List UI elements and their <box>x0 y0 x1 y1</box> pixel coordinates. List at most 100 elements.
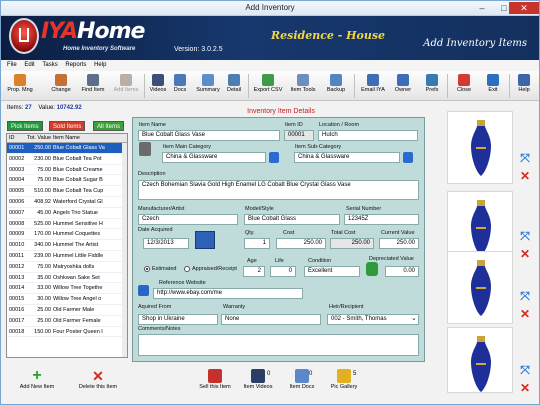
warranty-field[interactable]: None <box>221 314 321 325</box>
table-row[interactable]: 00018 150.00 Four Poster Queen I <box>7 327 127 338</box>
table-row[interactable]: 00010 340.00 Hummel The Artist <box>7 240 127 251</box>
menu-edit[interactable]: Edit <box>24 60 34 71</box>
all-items-button[interactable]: All Items <box>93 121 125 131</box>
item-name-field[interactable]: Blue Cobalt Glass Vase <box>138 130 280 141</box>
delete-item-button[interactable]: ✕ Delete this Item <box>71 369 125 390</box>
menu-help[interactable]: Help <box>94 60 106 71</box>
table-row[interactable]: 00012 75.00 Matryoshka dolls <box>7 262 127 273</box>
table-row[interactable]: 00005 510.00 Blue Cobalt Tea Cup <box>7 186 127 197</box>
table-row[interactable]: 00001 250.00 Blue Cobalt Glass Va <box>7 143 127 154</box>
estimated-radio[interactable] <box>144 266 150 272</box>
model-field[interactable]: Blue Cobalt Glass <box>244 214 340 225</box>
delete-photo-icon[interactable]: ✕ <box>518 169 532 183</box>
life-field[interactable]: 0 <box>270 266 296 277</box>
docs-button[interactable]: Docs <box>171 73 189 99</box>
condition-field[interactable]: Excellent <box>304 266 360 277</box>
row-value: 25.00 <box>37 306 51 313</box>
summary-button[interactable]: Summary <box>194 73 222 99</box>
email-iya-button[interactable]: Email IYA <box>359 73 387 99</box>
table-row[interactable]: 00004 75.00 Blue Cobalt Sugar B <box>7 175 127 187</box>
item-photo-3[interactable] <box>447 251 513 324</box>
table-row[interactable]: 00003 75.00 Blue Cobalt Creame <box>7 165 127 176</box>
export-csv-button[interactable]: Export CSV <box>252 73 284 99</box>
serial-field[interactable]: 12345Z <box>344 214 419 225</box>
appraised-radio[interactable] <box>184 266 190 272</box>
heir-label: Heir/Recipient <box>329 304 364 310</box>
table-row[interactable]: 00009 170.00 Hummel Coquettes <box>7 229 127 241</box>
owner-button[interactable]: Owner <box>391 73 415 99</box>
table-row[interactable]: 00017 25.00 Old Farmer Female <box>7 316 127 327</box>
exit-button[interactable]: Exit <box>483 73 503 99</box>
table-row[interactable]: 00014 33.00 Willow Tree Togethe <box>7 283 127 295</box>
item-photo-4[interactable] <box>447 327 513 393</box>
close-button[interactable]: Close <box>453 73 475 99</box>
sub-category-select[interactable]: China & Glassware <box>294 152 400 163</box>
manufacturer-field[interactable]: Czech <box>138 214 238 225</box>
email-icon <box>367 74 379 86</box>
main-category-select[interactable]: China & Glassware <box>162 152 266 163</box>
pick-items-button[interactable]: Pick Items <box>7 121 43 131</box>
minimize-button[interactable]: – <box>471 2 493 14</box>
delete-photo-icon[interactable]: ✕ <box>518 247 532 261</box>
expand-photo-icon[interactable]: ⤧ <box>518 151 532 165</box>
table-row[interactable]: 00013 35.00 Oshkwan Sake Set <box>7 273 127 284</box>
comments-field[interactable] <box>138 334 419 356</box>
main-category-dropdown[interactable] <box>269 152 279 163</box>
expand-photo-icon[interactable]: ⤧ <box>518 363 532 377</box>
close-icon <box>458 74 470 86</box>
item-photo-1[interactable] <box>447 111 513 184</box>
prefs-button[interactable]: Prefs <box>421 73 443 99</box>
table-row[interactable]: 00007 45.00 Angels Trio Statue <box>7 208 127 219</box>
change-button[interactable]: Change <box>49 73 73 99</box>
warranty-label: Warranty <box>223 304 246 310</box>
delete-photo-icon[interactable]: ✕ <box>518 307 532 321</box>
inventory-list[interactable]: ID Tot. Value Item Name 00001 250.00 Blue Co… <box>6 133 128 358</box>
depreciated-field[interactable]: 0.00 <box>385 266 419 277</box>
heir-select[interactable]: 002 - Smith, Thomas <box>327 314 419 325</box>
expand-photo-icon[interactable]: ⤧ <box>518 229 532 243</box>
cost-field[interactable]: 250.00 <box>276 238 326 249</box>
age-field[interactable]: 2 <box>243 266 265 277</box>
website-link-icon[interactable] <box>138 285 149 296</box>
table-row[interactable]: 00006 408.92 Waterford Crystal Gl <box>7 197 127 208</box>
expand-photo-icon[interactable]: ⤧ <box>518 289 532 303</box>
list-scrollbar[interactable] <box>122 143 127 357</box>
table-row[interactable]: 00011 239.00 Hummel Little Fiddle <box>7 251 127 262</box>
row-name: Hummel Sensitive H <box>53 220 103 227</box>
detail-icon <box>228 74 240 86</box>
backup-button[interactable]: Backup <box>323 73 349 99</box>
calendar-icon[interactable] <box>195 231 215 249</box>
prop-mng-button[interactable]: Prop. Mng <box>7 73 33 99</box>
add-new-item-button[interactable]: + Add New Item <box>15 368 59 391</box>
table-row[interactable]: 00002 230.00 Blue Cobalt Tea Pot <box>7 154 127 165</box>
sold-items-button[interactable]: Sold Items <box>49 121 86 131</box>
website-field[interactable]: http://www.ebay.com/me <box>153 288 303 299</box>
sell-item-button[interactable]: Sell this Item <box>195 369 235 390</box>
table-row[interactable]: 00015 30.00 Willow Tree Angel o <box>7 294 127 305</box>
depreciation-calc-icon[interactable] <box>366 262 378 276</box>
videos-button[interactable]: Videos <box>148 73 168 99</box>
date-acquired-field[interactable]: 12/3/2013 <box>143 238 189 249</box>
depreciated-label: Depreciated Value <box>369 256 414 262</box>
location-field[interactable]: Hutch <box>318 130 418 141</box>
window-close-button[interactable]: ✕ <box>509 2 539 14</box>
qty-field[interactable]: 1 <box>244 238 270 249</box>
acquired-from-field[interactable]: Shop in Ukraine <box>138 314 218 325</box>
description-field[interactable]: Czech Bohemian Slavia Gold High Enamel L… <box>138 180 419 200</box>
current-value-field[interactable]: 250.00 <box>379 238 419 249</box>
sub-category-dropdown[interactable] <box>403 152 413 163</box>
help-button[interactable]: Help <box>515 73 533 99</box>
add-items-button[interactable]: Add Items <box>112 73 140 99</box>
menu-file[interactable]: File <box>7 60 17 71</box>
menu-reports[interactable]: Reports <box>65 60 86 71</box>
delete-photo-icon[interactable]: ✕ <box>518 381 532 395</box>
find-item-button[interactable]: Find Item <box>81 73 105 99</box>
item-tools-button[interactable]: Item Tools <box>287 73 319 99</box>
table-row[interactable]: 00016 25.00 Old Farmer Male <box>7 305 127 316</box>
heir-dropdown-icon[interactable]: ⌄ <box>411 314 417 322</box>
table-row[interactable]: 00008 525.00 Hummel Sensitive H <box>7 219 127 230</box>
menu-tasks[interactable]: Tasks <box>42 60 57 71</box>
help-icon <box>518 74 530 86</box>
detail-button[interactable]: Detail <box>224 73 244 99</box>
item-docs-button[interactable]: Item Docs <box>287 369 317 390</box>
